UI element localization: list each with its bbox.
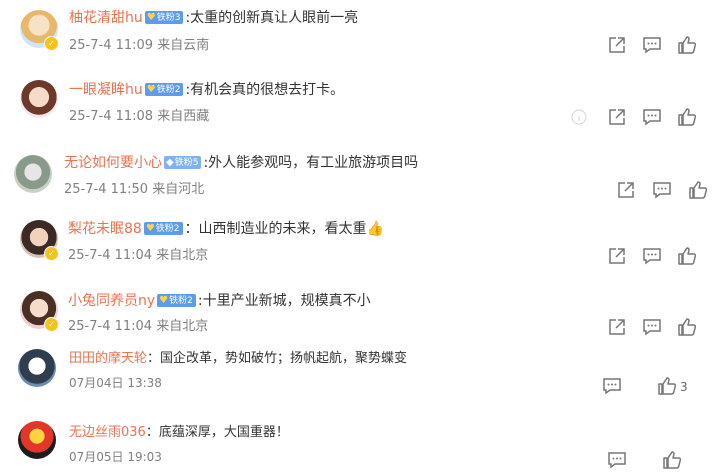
avatar[interactable]: [18, 349, 56, 387]
fan-badge: ♥铁粉2: [143, 221, 183, 235]
like-icon[interactable]: [677, 317, 697, 337]
comment-date: 07月05日 19:03: [69, 450, 162, 464]
comment-meta: 25-7-4 11:08 来自西藏: [69, 108, 209, 126]
comment-text: ：山西制造业的未来，看太重: [184, 221, 367, 237]
share-icon[interactable]: [607, 246, 627, 266]
avatar[interactable]: [18, 421, 56, 459]
like-icon[interactable]: [677, 35, 697, 55]
comment-meta: 25-7-4 11:09 来自云南: [69, 37, 209, 55]
comment-location: 来自北京: [156, 248, 209, 263]
username[interactable]: 一眼凝眸hu: [69, 82, 143, 98]
comment-meta: 25-7-4 11:04 来自北京: [68, 247, 208, 265]
username[interactable]: 田田的摩天轮: [69, 351, 147, 366]
comment-icon[interactable]: [642, 317, 662, 337]
comment-icon[interactable]: [652, 180, 672, 200]
comment-text: ：国企改革，势如破竹；扬帆起航，聚势蝶变: [147, 351, 408, 366]
comment-meta: 25-7-4 11:50 来自河北: [64, 181, 204, 199]
comment-time: 25-7-4 11:50: [64, 182, 149, 197]
username[interactable]: 无边丝雨036: [69, 425, 146, 440]
username[interactable]: 无论如何要小心: [64, 155, 162, 171]
share-icon[interactable]: [607, 107, 627, 127]
avatar[interactable]: [14, 155, 52, 193]
username[interactable]: 梨花未眠88: [68, 221, 142, 237]
comment-list: ✓ 柚花清甜hu ♥铁粉3:太重的创新真让人眼前一亮 25-7-4 11:09 来…: [0, 0, 712, 476]
comment-icon[interactable]: [642, 107, 662, 127]
like-icon[interactable]: [688, 180, 708, 200]
comment-text: :外人能参观吗，有工业旅游项目吗: [203, 155, 419, 171]
username[interactable]: 小兔同养员ny: [68, 293, 155, 309]
like-icon[interactable]: [677, 107, 697, 127]
comment-text: :有机会真的很想去打卡。: [185, 82, 345, 98]
comment-location: 来自西藏: [157, 109, 210, 124]
comment-icon[interactable]: [642, 246, 662, 266]
like-count: 3: [680, 380, 688, 394]
thumbs-up-emoji: 👍: [366, 221, 384, 237]
share-icon[interactable]: [607, 317, 627, 337]
comment-location: 来自河北: [152, 182, 205, 197]
fan-badge: ◆铁粉5: [164, 155, 202, 169]
like-icon[interactable]: [657, 376, 677, 396]
comment-time: 25-7-4 11:04: [68, 319, 153, 334]
fan-badge: ♥铁粉3: [144, 10, 184, 24]
comment-date: 07月04日 13:38: [69, 376, 162, 390]
comment-icon[interactable]: [602, 376, 622, 396]
comment-icon[interactable]: [642, 35, 662, 55]
comment-time: 25-7-4 11:04: [68, 248, 153, 263]
verified-badge-icon: ✓: [44, 246, 59, 261]
share-icon[interactable]: [616, 180, 636, 200]
comment-time: 25-7-4 11:08: [69, 109, 154, 124]
fan-badge: ♥铁粉2: [157, 293, 196, 307]
comment-location: 来自云南: [157, 38, 210, 53]
username[interactable]: 柚花清甜hu: [69, 10, 143, 26]
comment-icon[interactable]: [607, 450, 627, 470]
avatar[interactable]: [20, 80, 58, 118]
like-icon[interactable]: [662, 450, 682, 470]
comment-text: ：底蕴深厚，大国重器！: [145, 425, 289, 440]
fan-badge: ♥铁粉2: [144, 82, 184, 96]
comment-text: :太重的创新真让人眼前一亮: [185, 10, 359, 26]
comment-location: 来自北京: [156, 319, 209, 334]
like-icon[interactable]: [677, 246, 697, 266]
verified-badge-icon: ✓: [44, 36, 59, 51]
comment-text: :十里产业新城，规模真不小: [197, 293, 371, 309]
share-icon[interactable]: [607, 35, 627, 55]
comment-meta: 25-7-4 11:04 来自北京: [68, 318, 208, 336]
comment-time: 25-7-4 11:09: [69, 38, 154, 53]
verified-badge-icon: ✓: [44, 317, 59, 332]
info-icon[interactable]: [569, 107, 589, 127]
